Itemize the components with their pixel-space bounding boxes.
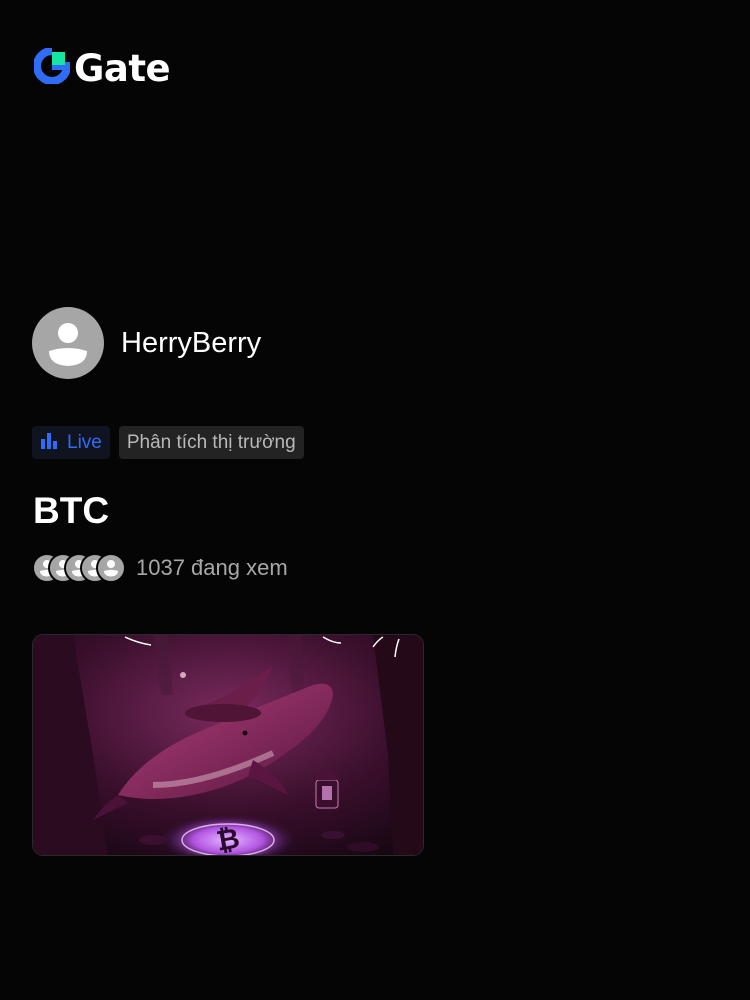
viewer-info: 1037 đang xem (32, 553, 288, 583)
host-profile[interactable]: HerryBerry (32, 307, 261, 379)
stream-thumbnail[interactable]: ₿ (32, 634, 424, 856)
live-label: Live (67, 431, 102, 453)
category-tag[interactable]: Phân tích thị trường (118, 426, 304, 459)
user-avatar-icon[interactable] (32, 307, 104, 379)
viewer-count: 1037 đang xem (136, 555, 288, 580)
stream-tags: Live Phân tích thị trường (32, 426, 304, 459)
stream-title: BTC (33, 490, 110, 531)
live-badge: Live (32, 426, 110, 459)
gate-logo-icon (33, 47, 72, 89)
host-name[interactable]: HerryBerry (121, 327, 261, 360)
gate-logo[interactable]: Gate (33, 46, 171, 90)
category-label: Phân tích thị trường (126, 431, 296, 453)
bar-chart-icon (40, 431, 58, 455)
viewer-avatars (32, 553, 126, 583)
gate-logo-text: Gate (74, 46, 171, 90)
viewer-avatar-icon (96, 553, 126, 583)
